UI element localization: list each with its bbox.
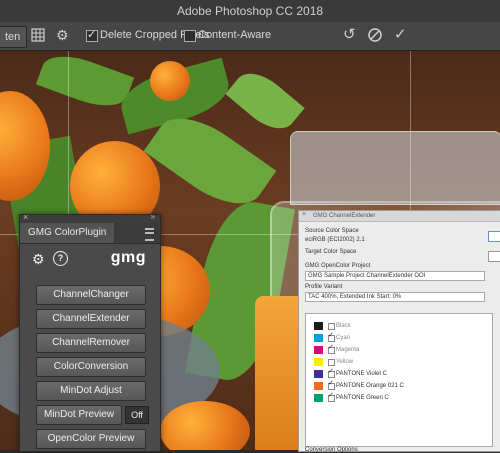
tab-gmg-colorplugin[interactable]: GMG ColorPlugin xyxy=(20,223,115,243)
dialog-title: GMG ChannelExtender xyxy=(299,211,500,222)
profile-variant-select[interactable]: TAC 400%, Extended Ink Start: 0% xyxy=(305,292,485,302)
profile-variant-label: Profile Variant xyxy=(305,284,343,290)
overlay-grid-icon[interactable] xyxy=(30,27,46,43)
opencolor-project-label: GMG OpenColor Project xyxy=(305,263,371,269)
delete-cropped-checkbox[interactable] xyxy=(86,28,98,42)
help-icon[interactable]: ? xyxy=(53,251,68,266)
channel-extender-dialog: GMG ChannelExtender × Source Color Space… xyxy=(298,210,500,453)
ink-name: PANTONE Violet C xyxy=(336,371,388,377)
mindot-preview-toggle[interactable]: Off xyxy=(125,406,149,424)
crop-options-bar: ten ⚙ Delete Cropped Pixels Content-Awar… xyxy=(0,22,500,51)
ink-name: PANTONE Orange 021 C xyxy=(336,383,404,389)
panel-menu-icon[interactable] xyxy=(145,228,154,241)
mindot-preview-button[interactable]: MinDot Preview xyxy=(36,405,122,425)
opencolor-preview-button[interactable]: OpenColor Preview xyxy=(36,429,146,449)
mindot-adjust-button[interactable]: MinDot Adjust xyxy=(36,381,146,401)
channel-extender-button[interactable]: ChannelExtender xyxy=(36,309,146,329)
channel-remover-button[interactable]: ChannelRemover xyxy=(36,333,146,353)
conversion-options-label: Conversion Options xyxy=(305,447,358,453)
color-conversion-button[interactable]: ColorConversion xyxy=(36,357,146,377)
ink-name: Magenta xyxy=(336,347,360,353)
straighten-button[interactable]: ten xyxy=(0,26,28,48)
ink-name: PANTONE Green C xyxy=(336,395,389,401)
gmg-colorplugin-panel: × » GMG ColorPlugin ⚙ ? gmg ChannelChang… xyxy=(19,212,161,452)
dialog-secondary-button[interactable] xyxy=(488,251,500,262)
window-title: Adobe Photoshop CC 2018 xyxy=(176,4,324,18)
gear-icon[interactable]: ⚙ xyxy=(56,27,72,43)
content-aware-checkbox[interactable] xyxy=(184,30,196,42)
opencolor-project-select[interactable]: GMG Sample Project ChannelExtender OOI xyxy=(305,271,485,281)
ink-name: Cyan xyxy=(336,335,351,341)
window-title-bar: Adobe Photoshop CC 2018 xyxy=(0,0,500,22)
dialog-close-icon[interactable]: × xyxy=(302,211,306,218)
settings-gear-icon[interactable]: ⚙ xyxy=(32,251,45,268)
close-panel-icon[interactable]: × xyxy=(23,212,28,222)
source-color-space-value: eciRGB (ECI2002) 2.1 xyxy=(305,237,365,243)
dialog-ok-button[interactable] xyxy=(488,231,500,242)
commit-check-icon[interactable]: ✓ xyxy=(394,27,410,43)
content-aware-label: Content-Aware xyxy=(198,29,272,41)
channel-changer-button[interactable]: ChannelChanger xyxy=(36,285,146,305)
gmg-logo: gmg xyxy=(110,249,146,266)
ink-list: Black Cyan Magenta Yellow PANTONE Violet… xyxy=(305,313,493,447)
source-color-space-label: Source Color Space xyxy=(305,228,359,234)
cancel-icon[interactable] xyxy=(367,27,383,43)
ink-name: Yellow xyxy=(336,359,354,365)
collapse-panel-icon[interactable]: » xyxy=(151,212,155,221)
target-color-space-label: Target Color Space xyxy=(305,249,357,255)
reset-icon[interactable]: ↺ xyxy=(343,27,359,43)
ink-name: Black xyxy=(336,323,351,329)
